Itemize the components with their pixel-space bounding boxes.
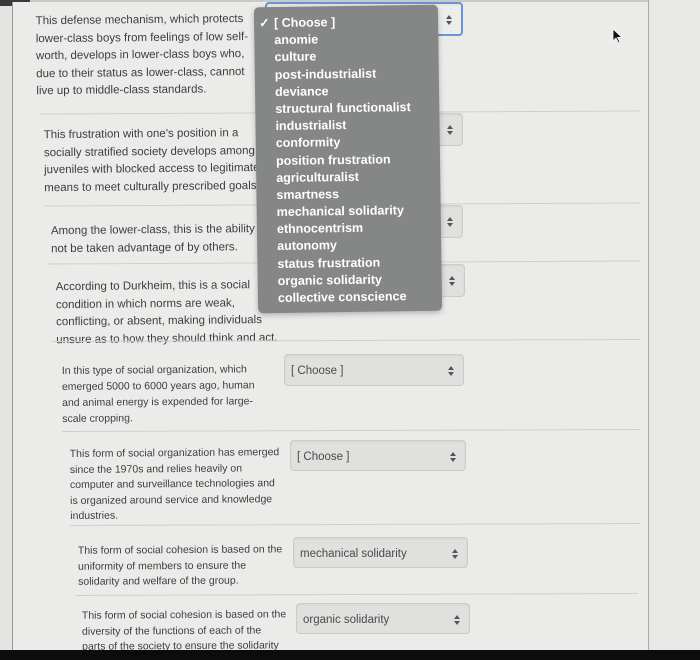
option-label: culture (274, 49, 317, 65)
question-5-select[interactable]: [ Choose ] (284, 354, 464, 386)
option-label: conformity (275, 135, 341, 151)
question-line: means to meet culturally prescribed goal… (44, 179, 260, 194)
question-5-text: In this type of social organization, whi… (62, 361, 283, 427)
question-line: This form of social cohesion is based on… (81, 608, 287, 622)
mouse-cursor-icon (612, 28, 624, 44)
option-label: organic solidarity (277, 272, 382, 288)
select-arrows-icon (454, 615, 460, 625)
question-line: emerged 5000 to 6000 years ago, human (61, 379, 255, 393)
option-label: industrialist (275, 118, 347, 134)
question-1-text: This defense mechanism, which protects l… (36, 11, 267, 101)
question-line: computer and surveillance technologies a… (69, 477, 275, 492)
question-line: not be taken advantage of by others. (51, 240, 238, 255)
select-value: [ Choose ] (297, 451, 350, 463)
question-line: This form of social organization has eme… (69, 446, 280, 461)
question-2-text: This frustration with one's position in … (44, 125, 275, 197)
question-7-select[interactable]: mechanical solidarity (293, 537, 468, 568)
question-line: industries. (70, 509, 119, 523)
select-arrows-icon (448, 366, 454, 376)
question-3-text: Among the lower-class, this is the abili… (51, 221, 281, 258)
question-line: In this type of social organization, whi… (61, 363, 247, 377)
select-arrows-icon (447, 217, 453, 227)
select-arrows-icon (446, 15, 452, 25)
question-line: unsure as to how they should think and a… (56, 331, 278, 346)
checkmark-icon: ✓ (258, 16, 270, 31)
question-4-text: According to Durkheim, this is a social … (56, 277, 287, 349)
question-line: conflicting, or absent, making individua… (56, 314, 262, 329)
select-arrows-icon (447, 125, 453, 135)
question-line: Among the lower-class, this is the abili… (50, 222, 268, 238)
question-line: diversity of the functions of each of th… (81, 624, 262, 638)
question-line: and animal energy is expended for large- (62, 395, 253, 409)
question-line: scale cropping. (62, 412, 133, 425)
option-label: ethnocentrism (276, 221, 364, 237)
question-6-text: This form of social organization has eme… (70, 445, 301, 525)
question-line: This form of social cohesion is based on… (77, 543, 283, 557)
question-line: This defense mechanism, which protects (35, 13, 244, 28)
question-line: uniformity of members to ensure the (77, 559, 247, 573)
dropdown-option[interactable]: collective conscience (258, 288, 442, 308)
option-label: deviance (274, 84, 329, 99)
option-label: position frustration (275, 151, 391, 168)
select-arrows-icon (450, 452, 456, 462)
question-8-text: This form of social cohesion is based on… (82, 607, 302, 655)
option-label: agriculturalist (276, 169, 360, 185)
select-value: [ Choose ] (291, 365, 344, 377)
option-label: status frustration (277, 255, 381, 271)
question-6-select[interactable]: [ Choose ] (290, 440, 466, 471)
question-line: live up to middle-class standards. (36, 83, 207, 98)
select-value: organic solidarity (303, 614, 390, 626)
right-margin (649, 0, 700, 655)
option-label: mechanical solidarity (276, 203, 404, 220)
select-arrows-icon (452, 549, 458, 559)
option-label: post-industrialist (274, 66, 377, 82)
option-label: structural functionalist (275, 100, 411, 116)
question-line: is organized around service and knowledg… (70, 492, 273, 507)
question-line: juveniles with blocked access to legitim… (44, 161, 260, 177)
question-8-select[interactable]: organic solidarity (296, 603, 470, 634)
option-label: collective conscience (277, 289, 407, 305)
select-value: mechanical solidarity (300, 548, 407, 560)
option-label: anomie (274, 32, 319, 48)
question-7-text: This form of social cohesion is based on… (78, 542, 298, 590)
option-label: smartness (276, 187, 340, 202)
question-line: solidarity and welfare of the group. (78, 574, 239, 588)
select-arrows-icon (449, 276, 455, 286)
option-label: autonomy (277, 238, 338, 254)
left-border (12, 2, 13, 654)
question-line: worth, develops in lower-class boys who, (35, 48, 245, 63)
question-line: due to their status as lower-class, cann… (36, 65, 245, 80)
option-label: [ Choose ] (273, 15, 336, 31)
bottom-edge (0, 650, 700, 660)
dropdown-menu: ✓[ Choose ] anomie culture post-industri… (253, 4, 443, 314)
